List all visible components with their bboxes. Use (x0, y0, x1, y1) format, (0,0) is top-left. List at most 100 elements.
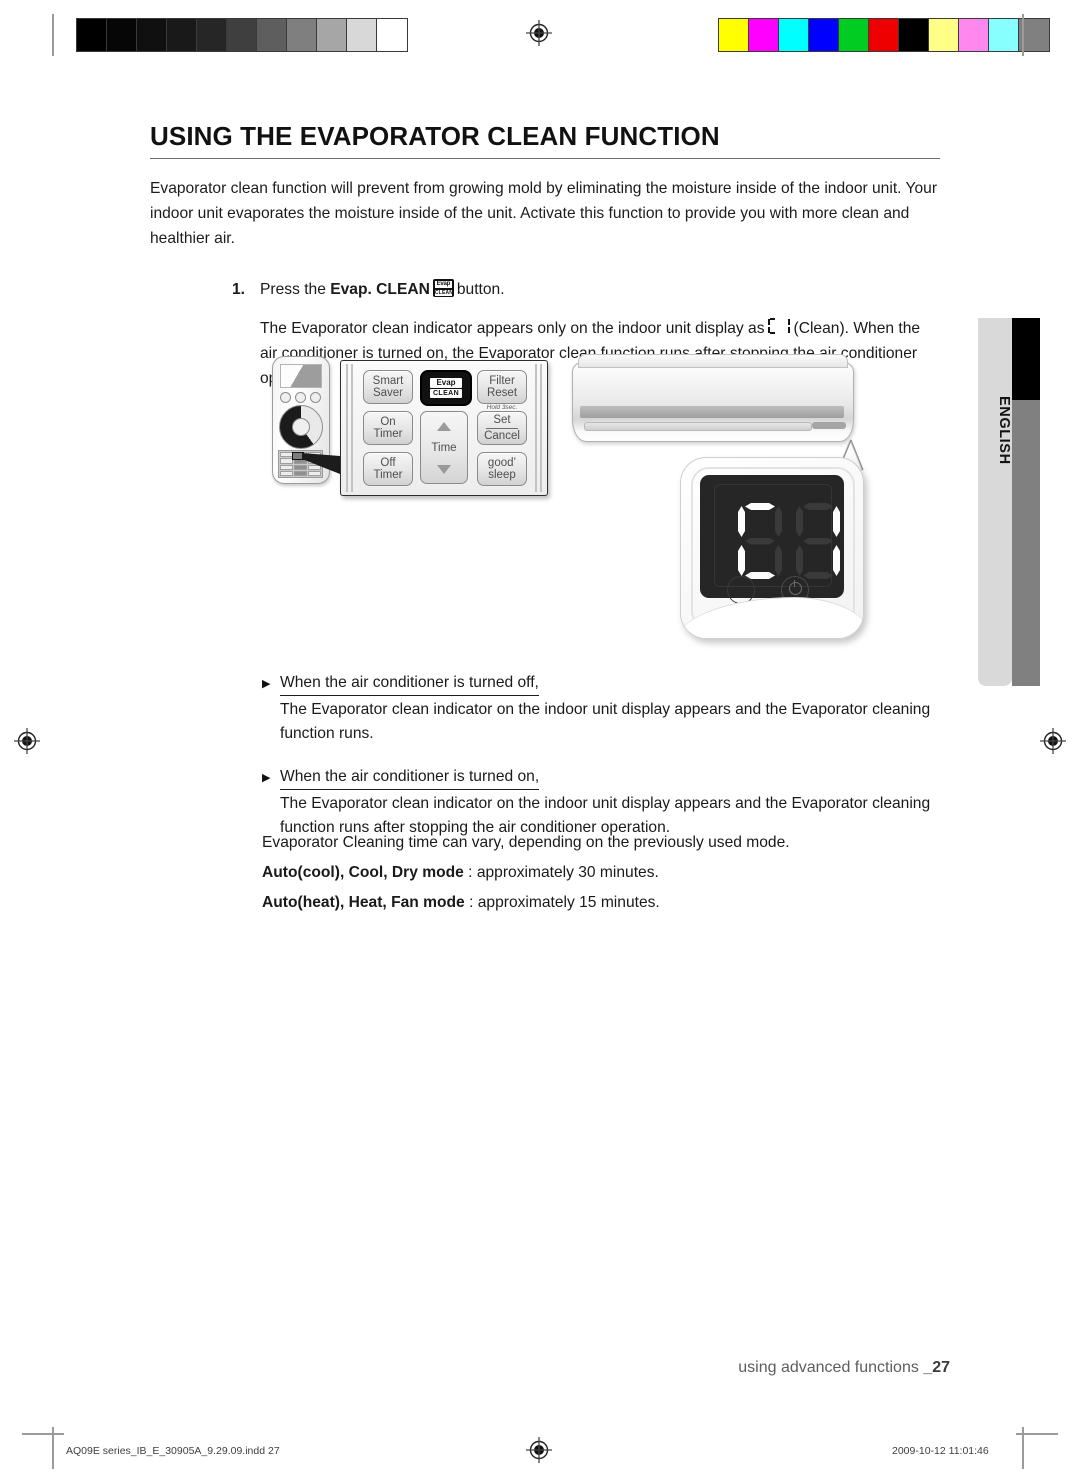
registration-mark-top (526, 20, 552, 46)
content-column: USING THE EVAPORATOR CLEAN FUNCTION Evap… (150, 122, 940, 391)
seg-a (769, 318, 775, 321)
highlighted-evap-key (292, 452, 304, 460)
language-label: ENGLISH (996, 395, 1012, 465)
timing-row-heat: Auto(heat), Heat, Fan mode : approximate… (262, 888, 952, 918)
good-sleep-line1: good’ (487, 456, 517, 469)
calibration-swatch (749, 19, 779, 51)
calibration-swatch (77, 19, 107, 51)
set-cancel-divider (486, 427, 518, 429)
set-cancel-button[interactable]: Set Cancel (477, 411, 527, 445)
timing-mode-cool: Auto(cool), Cool, Dry mode (262, 864, 464, 881)
indoor-unit-band (580, 406, 844, 418)
remote-button-panel: Smart Saver Evap CLEAN Filter Reset Hold… (340, 360, 548, 496)
power-icon (789, 580, 802, 595)
indoor-unit-illustration (572, 354, 862, 450)
on-timer-button[interactable]: On Timer (363, 411, 413, 445)
bullet-body-off: The Evaporator clean indicator on the in… (280, 701, 931, 742)
clean-glyph-digit-2 (781, 318, 790, 334)
cleaning-time-notes: Evaporator Cleaning time can vary, depen… (262, 828, 952, 918)
good-sleep-button[interactable]: good’ sleep (477, 452, 527, 486)
imprint-filename: AQ09E series_IB_E_30905A_9.29.09.indd 27 (66, 1445, 280, 1457)
language-side-tab: ENGLISH (978, 318, 1012, 686)
panel-edge (346, 364, 348, 492)
evap-clean-button-icon: Evap CLEAN (432, 279, 454, 298)
calibration-swatch (719, 19, 749, 51)
on-timer-line1: On (380, 415, 396, 428)
footer-section: using advanced functions (738, 1359, 919, 1376)
time-down-arrow-icon[interactable] (437, 464, 451, 474)
indoor-unit-vent (584, 422, 812, 431)
calibration-swatch (167, 19, 197, 51)
timing-value-heat: : approximately 15 minutes. (464, 894, 660, 911)
calibration-swatch (197, 19, 227, 51)
calibration-swatch (779, 19, 809, 51)
timing-mode-heat: Auto(heat), Heat, Fan mode (262, 894, 465, 911)
digit2-seg-e (796, 545, 803, 576)
digit1-seg-g (745, 538, 775, 545)
title-divider (150, 157, 940, 160)
evap-clean-button[interactable]: Evap CLEAN (420, 370, 472, 406)
time-rocker-button[interactable]: Time (420, 411, 468, 484)
evap-clean-line1: Evap (430, 377, 462, 388)
bullet-heading-off: When the air conditioner is turned off, (280, 672, 539, 696)
remote-key (294, 470, 307, 476)
remote-dot-2 (295, 392, 306, 403)
step-prefix: Press the (260, 281, 326, 299)
timing-value-cool: : approximately 30 minutes. (463, 864, 659, 881)
remote-key (280, 470, 293, 476)
timing-note: Evaporator Cleaning time can vary, depen… (262, 834, 790, 851)
set-cancel-line1: Set (493, 414, 511, 426)
illustration-group: Smart Saver Evap CLEAN Filter Reset Hold… (262, 352, 882, 672)
hold-note-text: Hold 3sec. (486, 404, 518, 411)
timing-row-cool: Auto(cool), Cool, Dry mode : approximate… (262, 858, 952, 888)
remote-key (308, 458, 321, 464)
step-body-line1-before: The Evaporator clean indicator appears o… (260, 320, 765, 338)
registration-mark-right (1040, 728, 1066, 754)
calibration-swatch (287, 19, 317, 51)
remote-dot-1 (280, 392, 291, 403)
crop-tick-bottom-right-h (1016, 1433, 1058, 1435)
time-up-arrow-icon[interactable] (437, 421, 451, 431)
grayscale-calibration-bar (76, 18, 408, 52)
footer-page-marker: _ (923, 1359, 933, 1376)
smart-saver-line2: Saver (372, 387, 404, 399)
calibration-swatch (227, 19, 257, 51)
bullet-heading-row: ▶ When the air conditioner is turned on, (262, 766, 952, 790)
digit1-seg-f (738, 506, 745, 537)
digit1-seg-b (775, 506, 782, 537)
set-cancel-line2: Cancel (484, 429, 520, 442)
digit1-seg-e (738, 545, 745, 576)
calibration-swatch (257, 19, 287, 51)
bullet-item-off: ▶ When the air conditioner is turned off… (262, 672, 952, 746)
calibration-swatch (899, 19, 929, 51)
hold-3sec-note: Hold 3sec. (475, 404, 529, 411)
intro-paragraph: Evaporator clean function will prevent f… (150, 180, 938, 248)
evap-clean-line2: CLEAN (430, 389, 462, 399)
remote-lcd (280, 364, 322, 388)
calibration-swatch (839, 19, 869, 51)
smart-saver-button[interactable]: Smart Saver (363, 370, 413, 404)
calibration-swatch (107, 19, 137, 51)
filter-reset-button[interactable]: Filter Reset (477, 370, 527, 404)
calibration-swatch (317, 19, 347, 51)
off-timer-button[interactable]: Off Timer (363, 452, 413, 486)
bullet-heading-on: When the air conditioner is turned on, (280, 766, 540, 790)
color-calibration-bar (718, 18, 1050, 52)
remote-dot-3 (310, 392, 321, 403)
calibration-swatch (809, 19, 839, 51)
off-timer-line2: Timer (373, 469, 403, 481)
remote-key (308, 470, 321, 476)
on-timer-line2: Timer (373, 428, 403, 440)
digit2-seg-a (803, 503, 833, 510)
clean-indicator-glyph (767, 318, 792, 335)
digit2-seg-c (833, 545, 840, 576)
clean-glyph-digit-1 (767, 318, 777, 335)
calibration-swatch (869, 19, 899, 51)
remote-control-illustration (272, 356, 330, 484)
seg-b (787, 319, 790, 326)
footer: using advanced functions _27 (150, 1359, 950, 1377)
footer-page-number: 27 (932, 1359, 950, 1376)
remote-key (308, 452, 321, 458)
digit2-seg-b (833, 506, 840, 537)
manual-page: USING THE EVAPORATOR CLEAN FUNCTION Evap… (0, 0, 1080, 1483)
